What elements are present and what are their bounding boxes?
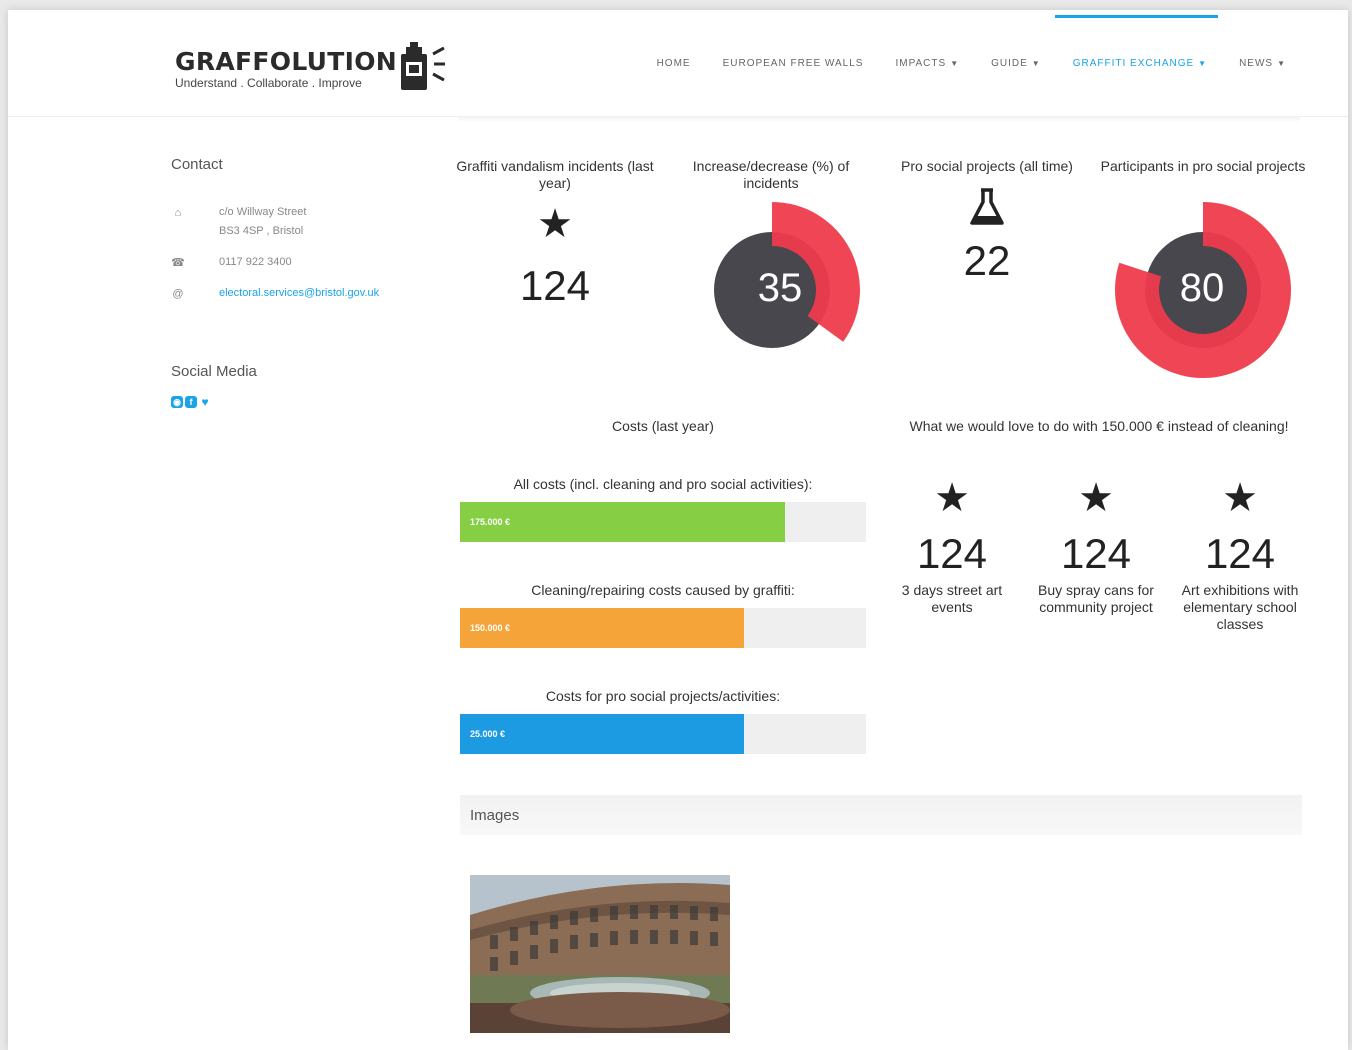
phone-number: 0117 922 3400 [219, 256, 292, 268]
bar-fill-all-costs: 175.000 € [460, 502, 785, 542]
stat-change: Increase/decrease (%) of incidents [666, 158, 876, 192]
building-photo[interactable] [470, 875, 730, 1033]
nav-news[interactable]: NEWS ▼ [1239, 58, 1286, 69]
bar-label-all-costs: All costs (incl. cleaning and pro social… [513, 476, 813, 492]
love-item-street-art: ★ 124 3 days street art events [882, 478, 1022, 616]
caret-down-icon: ▼ [950, 59, 960, 68]
star-icon: ★ [1078, 476, 1114, 520]
stat-incidents: Graffiti vandalism incidents (last year)… [450, 158, 660, 310]
home-icon: ⌂ [174, 207, 182, 219]
star-icon: ★ [537, 202, 573, 246]
contact-title: Contact [171, 156, 223, 173]
bar-label-cleaning: Cleaning/repairing costs caused by graff… [531, 582, 795, 598]
phone-icon: ☎ [171, 257, 185, 269]
nav-european-free-walls[interactable]: EUROPEAN FREE WALLS [723, 58, 864, 69]
contact-address: ⌂ c/o Willway Street BS3 4SP , Bristol [171, 203, 441, 241]
nav-graffiti-exchange[interactable]: GRAFFITI EXCHANGE ▼ [1073, 58, 1207, 69]
flask-icon [882, 187, 1092, 227]
ring-participants: 80 [1111, 200, 1301, 380]
nav-impacts[interactable]: IMPACTS ▼ [895, 58, 959, 69]
bar-fill-cleaning: 150.000 € [460, 608, 745, 648]
address-line-2: BS3 4SP , Bristol [219, 225, 304, 237]
stat-label: Graffiti vandalism incidents (last year) [456, 158, 654, 191]
contact-email: @ electoral.services@bristol.gov.uk [171, 284, 441, 303]
star-icon: ★ [1222, 476, 1258, 520]
email-link[interactable]: electoral.services@bristol.gov.uk [219, 287, 379, 299]
twitter-icon[interactable]: ♥ [199, 396, 211, 408]
address-line-1: c/o Willway Street [219, 206, 307, 218]
love-value: 124 [1060, 530, 1132, 577]
at-icon: @ [172, 288, 184, 300]
love-desc: Buy spray cans for community project [1038, 582, 1154, 615]
caret-down-icon: ▼ [1277, 59, 1286, 68]
social-title: Social Media [171, 363, 257, 380]
contact-phone: ☎ 0117 922 3400 [171, 253, 441, 272]
stat-label: Participants in pro social projects [1100, 158, 1306, 174]
bar-cleaning: 150.000 € [460, 608, 866, 648]
images-title: Images [470, 807, 520, 824]
images-header: Images [460, 795, 1302, 835]
stat-label: Increase/decrease (%) of incidents [692, 158, 850, 191]
bar-pro-social: 25.000 € [460, 714, 866, 754]
love-title: What we would love to do with 150.000 € … [909, 418, 1289, 434]
love-item-exhibitions: ★ 124 Art exhibitions with elementary sc… [1170, 478, 1310, 633]
bar-label-pro-social: Costs for pro social projects/activities… [545, 688, 781, 704]
bar-fill-pro-social: 25.000 € [460, 714, 745, 754]
star-icon: ★ [934, 476, 970, 520]
caret-down-icon: ▼ [1198, 59, 1208, 68]
stat-label: Pro social projects (all time) [901, 158, 1073, 174]
nav-active-indicator [1055, 15, 1218, 18]
ring-participants-value: 80 [1179, 266, 1225, 310]
ring-change: 35 [700, 200, 860, 360]
nav-home[interactable]: HOME [657, 58, 691, 69]
content-divider [458, 116, 1300, 122]
love-value: 124 [916, 530, 988, 577]
brand-tagline: Understand . Collaborate . Improve [175, 76, 362, 90]
costs-title: Costs (last year) [612, 418, 714, 434]
brand-logo[interactable]: GRAFFOLUTION Understand . Collaborate . … [175, 47, 397, 90]
caret-down-icon: ▼ [1031, 59, 1041, 68]
sidebar: Contact ⌂ c/o Willway Street BS3 4SP , B… [171, 156, 441, 408]
page: GRAFFOLUTION Understand . Collaborate . … [8, 10, 1348, 1050]
brand-name: GRAFFOLUTION [175, 47, 397, 76]
love-desc: 3 days street art events [901, 582, 1003, 615]
stat-value: 22 [963, 237, 1011, 284]
spray-can-icon [398, 40, 448, 97]
love-item-spray-cans: ★ 124 Buy spray cans for community proje… [1026, 478, 1166, 616]
bar-all-costs: 175.000 € [460, 502, 866, 542]
facebook-icon[interactable]: f [185, 396, 197, 408]
main-nav: HOME EUROPEAN FREE WALLS IMPACTS ▼ GUIDE ▼… [657, 58, 1286, 69]
ring-change-value: 35 [757, 266, 803, 310]
stat-value: 124 [519, 262, 591, 309]
stat-participants: Participants in pro social projects [1098, 158, 1308, 175]
social-icons: ◉ f ♥ [171, 396, 441, 408]
site-header: GRAFFOLUTION Understand . Collaborate . … [8, 10, 1348, 117]
stat-projects: Pro social projects (all time) 22 [882, 158, 1092, 285]
web-icon[interactable]: ◉ [171, 396, 183, 408]
contact-list: ⌂ c/o Willway Street BS3 4SP , Bristol ☎… [171, 203, 441, 303]
love-value: 124 [1204, 530, 1276, 577]
nav-guide[interactable]: GUIDE ▼ [991, 58, 1041, 69]
love-desc: Art exhibitions with elementary school c… [1181, 582, 1299, 632]
